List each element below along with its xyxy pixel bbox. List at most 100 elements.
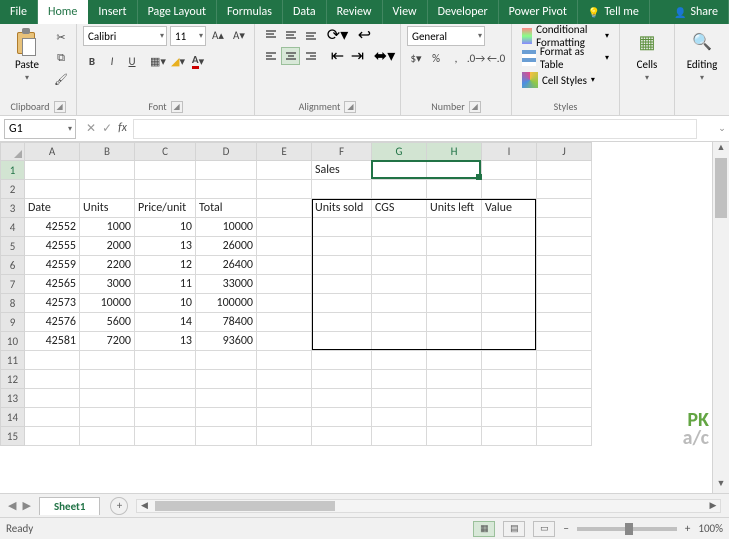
row-header-4[interactable]: 4: [1, 218, 25, 237]
cell-B2[interactable]: [80, 180, 135, 199]
cell-B5[interactable]: 2000: [80, 237, 135, 256]
cell-D7[interactable]: 33000: [196, 275, 257, 294]
scroll-thumb[interactable]: [715, 158, 727, 218]
cell-F11[interactable]: [312, 351, 372, 370]
cell-E7[interactable]: [257, 275, 312, 294]
cell-J11[interactable]: [537, 351, 592, 370]
cell-F6[interactable]: [312, 256, 372, 275]
cell-E6[interactable]: [257, 256, 312, 275]
cell-G6[interactable]: [372, 256, 427, 275]
cell-G13[interactable]: [372, 389, 427, 408]
cell-A9[interactable]: 42576: [25, 313, 80, 332]
cell-G4[interactable]: [372, 218, 427, 237]
cell-F13[interactable]: [312, 389, 372, 408]
cell-C6[interactable]: 12: [135, 256, 196, 275]
cell-H13[interactable]: [427, 389, 482, 408]
cell-A1[interactable]: [25, 161, 80, 180]
tab-share[interactable]: 👤Share: [664, 0, 729, 24]
format-as-table-button[interactable]: Format as Table▾: [518, 48, 613, 68]
enter-formula-button[interactable]: ✓: [102, 121, 112, 136]
cell-A5[interactable]: 42555: [25, 237, 80, 256]
expand-formula-bar[interactable]: ⌄: [715, 123, 729, 134]
cell-I4[interactable]: [482, 218, 537, 237]
row-header-2[interactable]: 2: [1, 180, 25, 199]
cell-C3[interactable]: Price/unit: [135, 199, 196, 218]
horizontal-scrollbar[interactable]: ◀ ▶: [136, 499, 721, 513]
cell-E3[interactable]: [257, 199, 312, 218]
row-header-3[interactable]: 3: [1, 199, 25, 218]
view-page-break-button[interactable]: ▭: [533, 521, 555, 537]
row-header-12[interactable]: 12: [1, 370, 25, 389]
cell-J6[interactable]: [537, 256, 592, 275]
cell-F12[interactable]: [312, 370, 372, 389]
cell-C4[interactable]: 10: [135, 218, 196, 237]
cell-C10[interactable]: 13: [135, 332, 196, 351]
cell-G5[interactable]: [372, 237, 427, 256]
align-top-button[interactable]: [261, 26, 280, 44]
cell-B7[interactable]: 3000: [80, 275, 135, 294]
cells-button[interactable]: ▦Cells▾: [626, 26, 668, 83]
cell-C5[interactable]: 13: [135, 237, 196, 256]
scroll-up-button[interactable]: ▲: [713, 142, 729, 157]
cell-D5[interactable]: 26000: [196, 237, 257, 256]
cell-E11[interactable]: [257, 351, 312, 370]
tab-developer[interactable]: Developer: [428, 0, 499, 24]
cell-F14[interactable]: [312, 408, 372, 427]
cell-G1[interactable]: [372, 161, 427, 180]
tab-insert[interactable]: Insert: [88, 0, 137, 24]
cell-C8[interactable]: 10: [135, 294, 196, 313]
cell-J15[interactable]: [537, 427, 592, 446]
cell-A2[interactable]: [25, 180, 80, 199]
cell-G12[interactable]: [372, 370, 427, 389]
cut-button[interactable]: ✂: [52, 28, 70, 46]
cell-J10[interactable]: [537, 332, 592, 351]
row-header-14[interactable]: 14: [1, 408, 25, 427]
cell-J7[interactable]: [537, 275, 592, 294]
cell-C15[interactable]: [135, 427, 196, 446]
col-header-F[interactable]: F: [312, 143, 372, 161]
vertical-scrollbar[interactable]: ▲ ▼: [712, 142, 729, 493]
italic-button[interactable]: I: [103, 52, 121, 70]
align-left-button[interactable]: [261, 47, 280, 65]
cell-F3[interactable]: Units sold: [312, 199, 372, 218]
cell-J13[interactable]: [537, 389, 592, 408]
cell-E2[interactable]: [257, 180, 312, 199]
fill-color-button[interactable]: ◢▾: [169, 52, 187, 70]
cell-B4[interactable]: 1000: [80, 218, 135, 237]
cell-I6[interactable]: [482, 256, 537, 275]
cell-H15[interactable]: [427, 427, 482, 446]
format-painter-button[interactable]: 🖌: [52, 70, 70, 88]
cell-H6[interactable]: [427, 256, 482, 275]
align-bottom-button[interactable]: [301, 26, 320, 44]
scroll-down-button[interactable]: ▼: [713, 478, 729, 493]
row-header-1[interactable]: 1: [1, 161, 25, 180]
cell-H7[interactable]: [427, 275, 482, 294]
tab-view[interactable]: View: [383, 0, 428, 24]
font-size-combo[interactable]: 11▾: [170, 26, 206, 46]
cell-A10[interactable]: 42581: [25, 332, 80, 351]
view-normal-button[interactable]: ▦: [473, 521, 495, 537]
cell-J4[interactable]: [537, 218, 592, 237]
cell-D15[interactable]: [196, 427, 257, 446]
increase-decimal-button[interactable]: .0→: [467, 49, 485, 67]
cell-I14[interactable]: [482, 408, 537, 427]
cell-B10[interactable]: 7200: [80, 332, 135, 351]
percent-button[interactable]: %: [427, 49, 445, 67]
cell-A12[interactable]: [25, 370, 80, 389]
cell-C12[interactable]: [135, 370, 196, 389]
new-sheet-button[interactable]: +: [110, 497, 128, 515]
cell-D8[interactable]: 100000: [196, 294, 257, 313]
cell-F7[interactable]: [312, 275, 372, 294]
cell-E10[interactable]: [257, 332, 312, 351]
font-color-button[interactable]: A▾: [189, 52, 207, 70]
copy-button[interactable]: ⧉: [52, 49, 70, 67]
shrink-font-button[interactable]: A▾: [230, 26, 248, 44]
zoom-level[interactable]: 100%: [698, 522, 723, 535]
cell-E15[interactable]: [257, 427, 312, 446]
cell-I5[interactable]: [482, 237, 537, 256]
cell-A14[interactable]: [25, 408, 80, 427]
cell-I12[interactable]: [482, 370, 537, 389]
cell-C14[interactable]: [135, 408, 196, 427]
cell-D11[interactable]: [196, 351, 257, 370]
row-header-7[interactable]: 7: [1, 275, 25, 294]
